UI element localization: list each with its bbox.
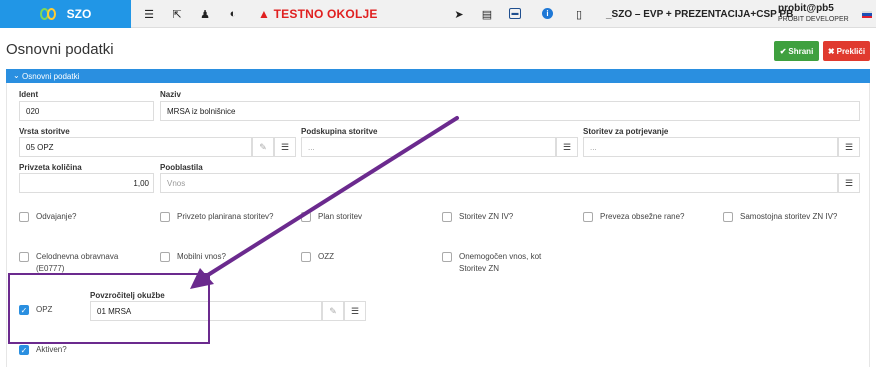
celodnevna-label: Celodnevna obravnava (E0777) [36, 251, 118, 275]
zniv-checkbox[interactable] [442, 212, 452, 222]
user-role: PROBIT DEVELOPER [778, 16, 849, 23]
naziv-field[interactable]: MRSA iz bolnišnice [160, 101, 860, 121]
list-picker-icon[interactable]: ☰ [344, 301, 366, 321]
podskupina-field[interactable]: ... [301, 137, 556, 157]
aktiven-checkbox[interactable]: ✓ [19, 345, 29, 355]
list-picker-icon[interactable]: ☰ [556, 137, 578, 157]
user-name[interactable]: probit@pb5 [778, 3, 834, 14]
ident-label: Ident [19, 90, 39, 99]
samostojna-label: Samostojna storitev ZN IV? [740, 212, 838, 221]
document-icon[interactable]: ▯ [572, 7, 586, 21]
panel-title: Osnovni podatki [22, 71, 80, 81]
odvajanje-label: Odvajanje? [36, 212, 77, 221]
onemogocen-label: Onemogočen vnos, kot Storitev ZN [459, 251, 541, 275]
mobilni-label: Mobilni vnos? [177, 252, 226, 261]
celodnevna-label-line1: Celodnevna obravnava [36, 252, 119, 261]
cancel-button[interactable]: ✖ Prekliči [823, 41, 870, 61]
preveza-checkbox[interactable] [583, 212, 593, 222]
send-icon[interactable]: ➤ [452, 7, 466, 21]
top-bar: SZO ☰ ⇱ ♟ ◐ ▲ TESTNO OKOLJE ➤ ▤ ▬ i ▯ _S… [0, 0, 876, 28]
samostojna-checkbox[interactable] [723, 212, 733, 222]
podskupina-label: Podskupina storitve [301, 127, 378, 136]
mobilni-checkbox[interactable] [160, 252, 170, 262]
panel-header[interactable]: ⌄ Osnovni podatki [6, 69, 870, 83]
save-label: Shrani [788, 46, 814, 56]
annotation-highlight-box [8, 273, 210, 344]
app-logo[interactable]: SZO [0, 0, 131, 28]
storitev-potrjevanje-label: Storitev za potrjevanje [583, 127, 669, 136]
list-picker-icon[interactable]: ☰ [274, 137, 296, 157]
list-picker-icon[interactable]: ☰ [838, 137, 860, 157]
close-icon: ✖ [827, 46, 835, 56]
info-icon[interactable]: i [542, 8, 553, 19]
test-environment-text: TESTNO OKOLJE [273, 7, 378, 21]
celodnevna-checkbox[interactable] [19, 252, 29, 262]
naziv-label: Naziv [160, 90, 181, 99]
ozz-label: OZZ [318, 252, 334, 261]
eraser-icon[interactable]: ✎ [252, 137, 274, 157]
onemogocen-label-line2: Storitev ZN [459, 264, 500, 273]
vrsta-storitve-label: Vrsta storitve [19, 127, 70, 136]
user-secret-icon[interactable]: ♟ [198, 7, 212, 21]
page-title: Osnovni podatki [6, 41, 114, 58]
preveza-label: Preveza obsežne rane? [600, 212, 685, 221]
privzeto-checkbox[interactable] [160, 212, 170, 222]
chevron-down-icon: ⌄ [13, 71, 20, 80]
eraser-icon[interactable]: ✎ [322, 301, 344, 321]
app-name: SZO [66, 7, 92, 21]
odvajanje-checkbox[interactable] [19, 212, 29, 222]
cancel-label: Prekliči [836, 46, 866, 56]
ozz-checkbox[interactable] [301, 252, 311, 262]
kolicina-label: Privzeta količina [19, 163, 82, 172]
save-icon: ✔ [779, 46, 787, 56]
aktiven-label: Aktiven? [36, 345, 67, 354]
zniv-label: Storitev ZN IV? [459, 212, 514, 221]
test-environment-label: ▲ TESTNO OKOLJE [258, 7, 378, 21]
warning-icon: ▲ [258, 7, 271, 21]
window-icon[interactable]: ▬ [509, 8, 521, 19]
vrsta-storitve-field[interactable]: 05 OPZ [19, 137, 252, 157]
pooblastila-field[interactable]: Vnos [160, 173, 838, 193]
plan-checkbox[interactable] [301, 212, 311, 222]
environment-label[interactable]: _SZO – EVP + PREZENTACIJA+CSP PB [606, 9, 793, 20]
save-button[interactable]: ✔ Shrani [774, 41, 819, 61]
onemogocen-checkbox[interactable] [442, 252, 452, 262]
list-picker-icon[interactable]: ☰ [838, 173, 860, 193]
contrast-icon[interactable]: ◐ [226, 7, 240, 21]
pooblastila-label: Pooblastila [160, 163, 203, 172]
list-icon[interactable]: ☰ [142, 7, 156, 21]
flag-si-icon[interactable] [862, 11, 872, 18]
storitev-potrjevanje-field[interactable]: ... [583, 137, 838, 157]
external-link-icon[interactable]: ⇱ [170, 7, 184, 21]
ident-field[interactable]: 020 [19, 101, 154, 121]
card-icon[interactable]: ▤ [480, 7, 494, 21]
onemogocen-label-line1: Onemogočen vnos, kot [459, 252, 542, 261]
logo-icon [39, 7, 62, 21]
kolicina-field[interactable]: 1,00 [19, 173, 154, 193]
plan-label: Plan storitev [318, 212, 363, 221]
privzeto-label: Privzeto planirana storitev? [177, 212, 274, 221]
